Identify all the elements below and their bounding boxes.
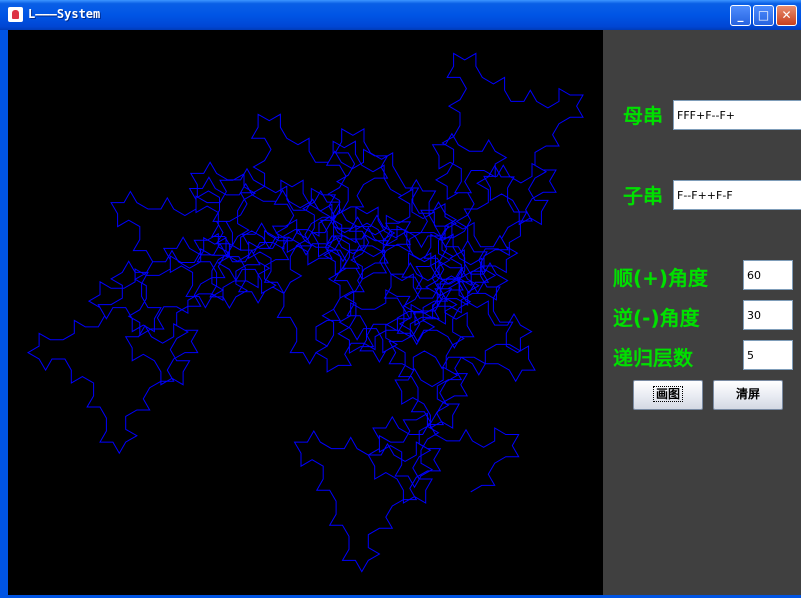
window-title: L———System [28, 7, 101, 21]
child-string-input[interactable] [673, 180, 801, 210]
l-system-path [27, 52, 584, 573]
ccw-angle-label: 逆(-)角度 [613, 306, 700, 330]
mother-string-label: 母串 [623, 104, 663, 128]
close-icon[interactable]: ✕ [776, 5, 797, 26]
maximize-icon[interactable]: □ [753, 5, 774, 26]
child-string-label: 子串 [623, 184, 663, 208]
recursion-depth-label: 递归层数 [613, 346, 693, 370]
content-pane: 母串 子串 顺(+)角度 逆(-)角度 递归层数 画图 清屏 [4, 30, 801, 595]
draw-button-label: 画图 [652, 386, 683, 402]
l-system-drawing [27, 52, 584, 573]
minimize-icon[interactable]: _ [730, 5, 751, 26]
draw-button[interactable]: 画图 [633, 380, 703, 410]
control-panel: 母串 子串 顺(+)角度 逆(-)角度 递归层数 画图 清屏 [603, 30, 801, 595]
cw-angle-label: 顺(+)角度 [613, 266, 709, 290]
app-window: L———System _ □ ✕ 母串 子串 顺(+)角度 逆(-)角度 递归层… [0, 0, 801, 598]
mother-string-input[interactable] [673, 100, 801, 130]
drawing-canvas[interactable] [8, 30, 603, 595]
clear-button[interactable]: 清屏 [713, 380, 783, 410]
ccw-angle-input[interactable] [743, 300, 793, 330]
java-cup-icon [8, 7, 23, 22]
title-bar[interactable]: L———System _ □ ✕ [0, 0, 801, 30]
recursion-depth-input[interactable] [743, 340, 793, 370]
cw-angle-input[interactable] [743, 260, 793, 290]
